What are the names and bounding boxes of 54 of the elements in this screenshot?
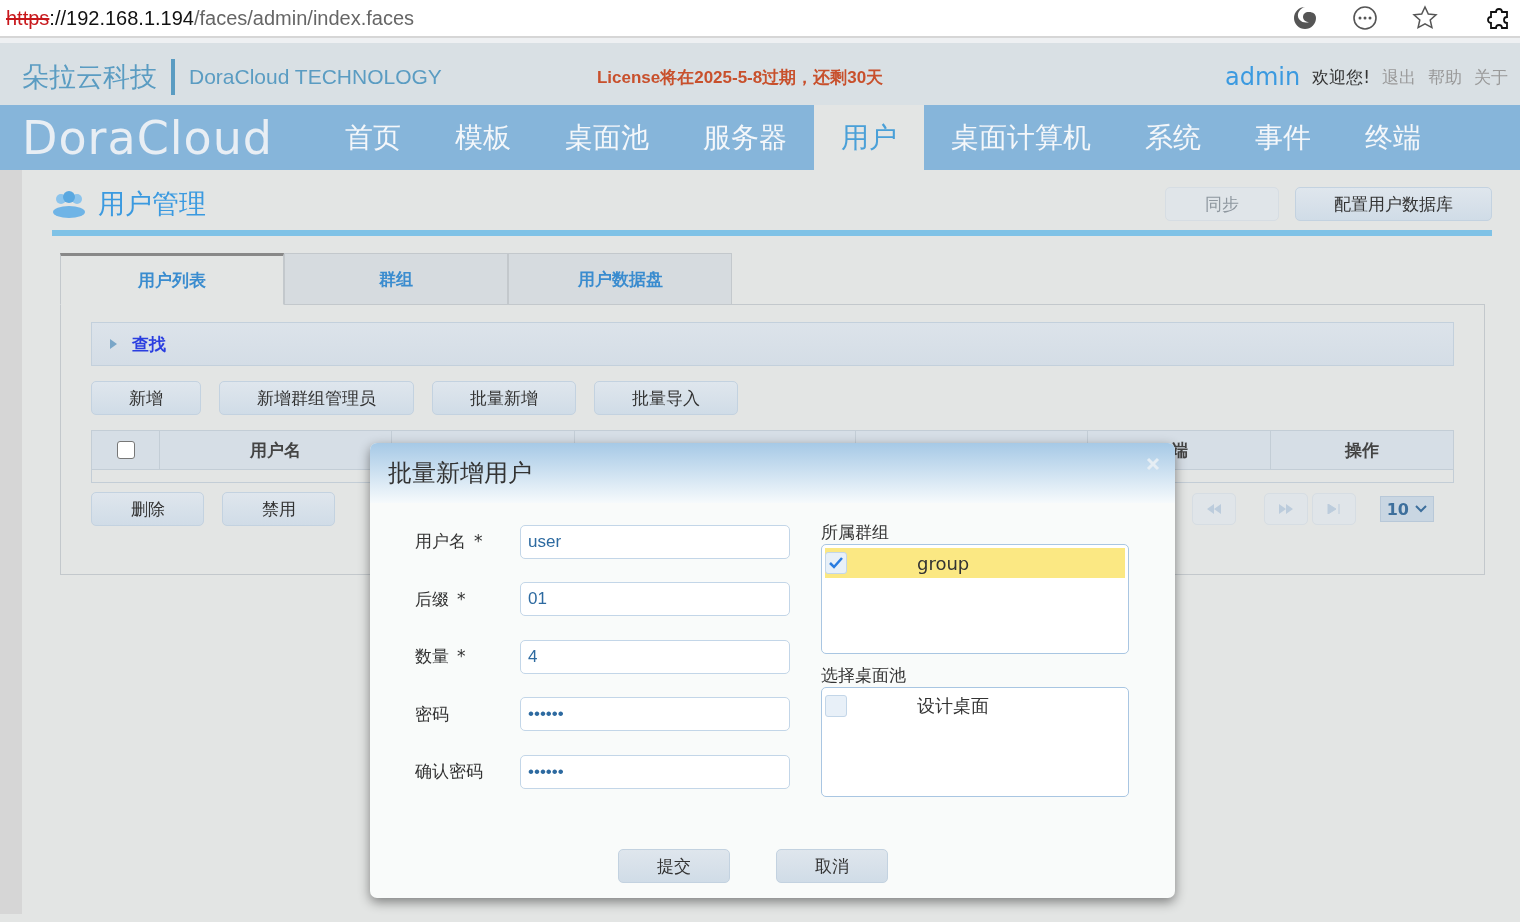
input-field[interactable]: 01 [520, 582, 790, 617]
users-icon [52, 190, 86, 218]
input-field[interactable]: user [520, 524, 790, 559]
column-header[interactable]: 操作 [1271, 431, 1453, 469]
input-field[interactable]: •••••• [520, 754, 790, 789]
input-field[interactable]: 4 [520, 639, 790, 674]
checkbox[interactable] [825, 552, 847, 574]
url-scheme: https [6, 6, 50, 29]
search-panel[interactable]: 查找 [91, 322, 1454, 366]
field-label: 数量 [415, 646, 449, 667]
list-item[interactable]: 设计桌面 [825, 691, 1125, 721]
toolbar-button[interactable]: 新增群组管理员 [219, 381, 414, 415]
list-item[interactable]: group [825, 548, 1125, 578]
brand-name: 朵拉云科技 [22, 60, 157, 94]
list-label: 所属群组 [821, 521, 890, 544]
field-label: 确认密码 [415, 761, 483, 782]
browser-logo-icon[interactable] [1292, 5, 1318, 31]
list-label: 选择桌面池 [821, 664, 907, 687]
required-mark: * [457, 588, 466, 609]
welcome-text: 欢迎您! [1312, 65, 1370, 89]
page-title: 用户管理 [98, 187, 206, 221]
action-button[interactable]: 配置用户数据库 [1295, 187, 1492, 221]
chevron-down-icon [1415, 505, 1427, 513]
url-host: ://192.168.1.194 [49, 6, 194, 29]
license-notice: License将在2025-5-8过期，还剩30天 [596, 66, 884, 89]
toolbar-button[interactable]: 批量导入 [594, 381, 738, 415]
last-page-icon [1326, 504, 1341, 514]
url-path: /faces/admin/index.faces [193, 6, 415, 29]
required-mark: * [457, 646, 466, 667]
dialog-button[interactable]: 提交 [617, 849, 730, 883]
item-label: 设计桌面 [917, 694, 989, 718]
input-field[interactable]: •••••• [520, 697, 790, 732]
field-label: 后缀 [415, 588, 449, 609]
star-icon[interactable] [1412, 5, 1438, 31]
field-label: 用户名 [415, 531, 466, 552]
check-icon [829, 557, 843, 569]
action-button[interactable]: 删除 [91, 492, 204, 526]
action-button[interactable]: 禁用 [222, 492, 335, 526]
more-icon[interactable] [1352, 5, 1378, 31]
logo: DoraCloud [21, 109, 275, 167]
dialog-button[interactable]: 取消 [775, 849, 888, 883]
field-label: 密码 [415, 703, 449, 724]
select-all-checkbox[interactable] [116, 441, 135, 459]
fast-forward-icon [1277, 504, 1294, 514]
page-size-select[interactable]: 10 [1379, 496, 1434, 522]
checkbox[interactable] [825, 695, 847, 717]
brand-tagline: DoraCloud TECHNOLOGY [189, 65, 442, 89]
required-mark: * [474, 531, 483, 552]
search-label: 查找 [132, 332, 166, 356]
username: admin [1224, 63, 1301, 91]
item-label: group [917, 552, 970, 574]
toolbar-button[interactable]: 新增 [91, 381, 201, 415]
toolbar-button[interactable]: 批量新增 [432, 381, 576, 415]
rewind-icon [1205, 504, 1222, 514]
